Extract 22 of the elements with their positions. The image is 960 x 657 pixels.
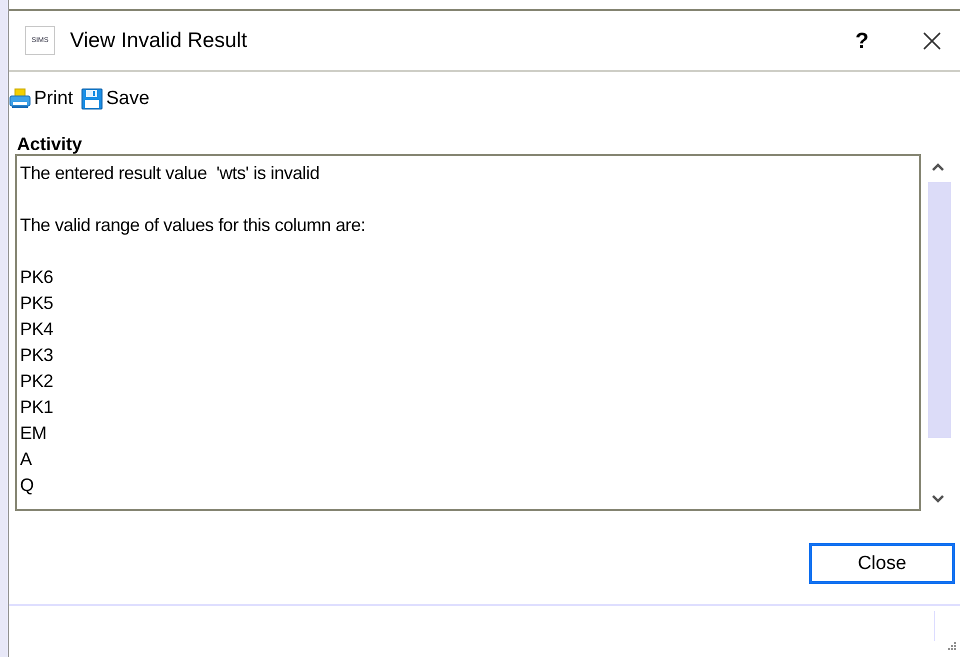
close-icon[interactable] <box>922 30 942 50</box>
message-text: The valid range of values for this column are: <box>20 214 366 237</box>
scroll-thumb[interactable] <box>928 182 951 438</box>
chevron-up-icon[interactable] <box>931 162 945 172</box>
valid-value: Q <box>20 474 35 497</box>
valid-value: PK4 <box>20 318 54 341</box>
valid-value: A <box>20 448 33 471</box>
chevron-down-icon[interactable] <box>931 494 945 504</box>
window-title: View Invalid Result <box>70 28 248 52</box>
section-label: Activity <box>17 134 84 154</box>
valid-value: PK1 <box>20 396 54 419</box>
valid-value: PK6 <box>20 266 54 289</box>
valid-value: PK3 <box>20 344 54 367</box>
help-button[interactable]: ? <box>842 28 882 54</box>
resize-grip-icon[interactable] <box>947 641 957 651</box>
close-button[interactable]: Close <box>809 543 955 584</box>
valid-value: PK2 <box>20 370 54 393</box>
save-button[interactable]: Save <box>81 88 150 110</box>
valid-value: EM <box>20 422 48 445</box>
print-button[interactable]: Print <box>9 88 74 110</box>
message-text: The entered result value 'wts' is invalid <box>20 162 320 185</box>
valid-value: PK5 <box>20 292 54 315</box>
